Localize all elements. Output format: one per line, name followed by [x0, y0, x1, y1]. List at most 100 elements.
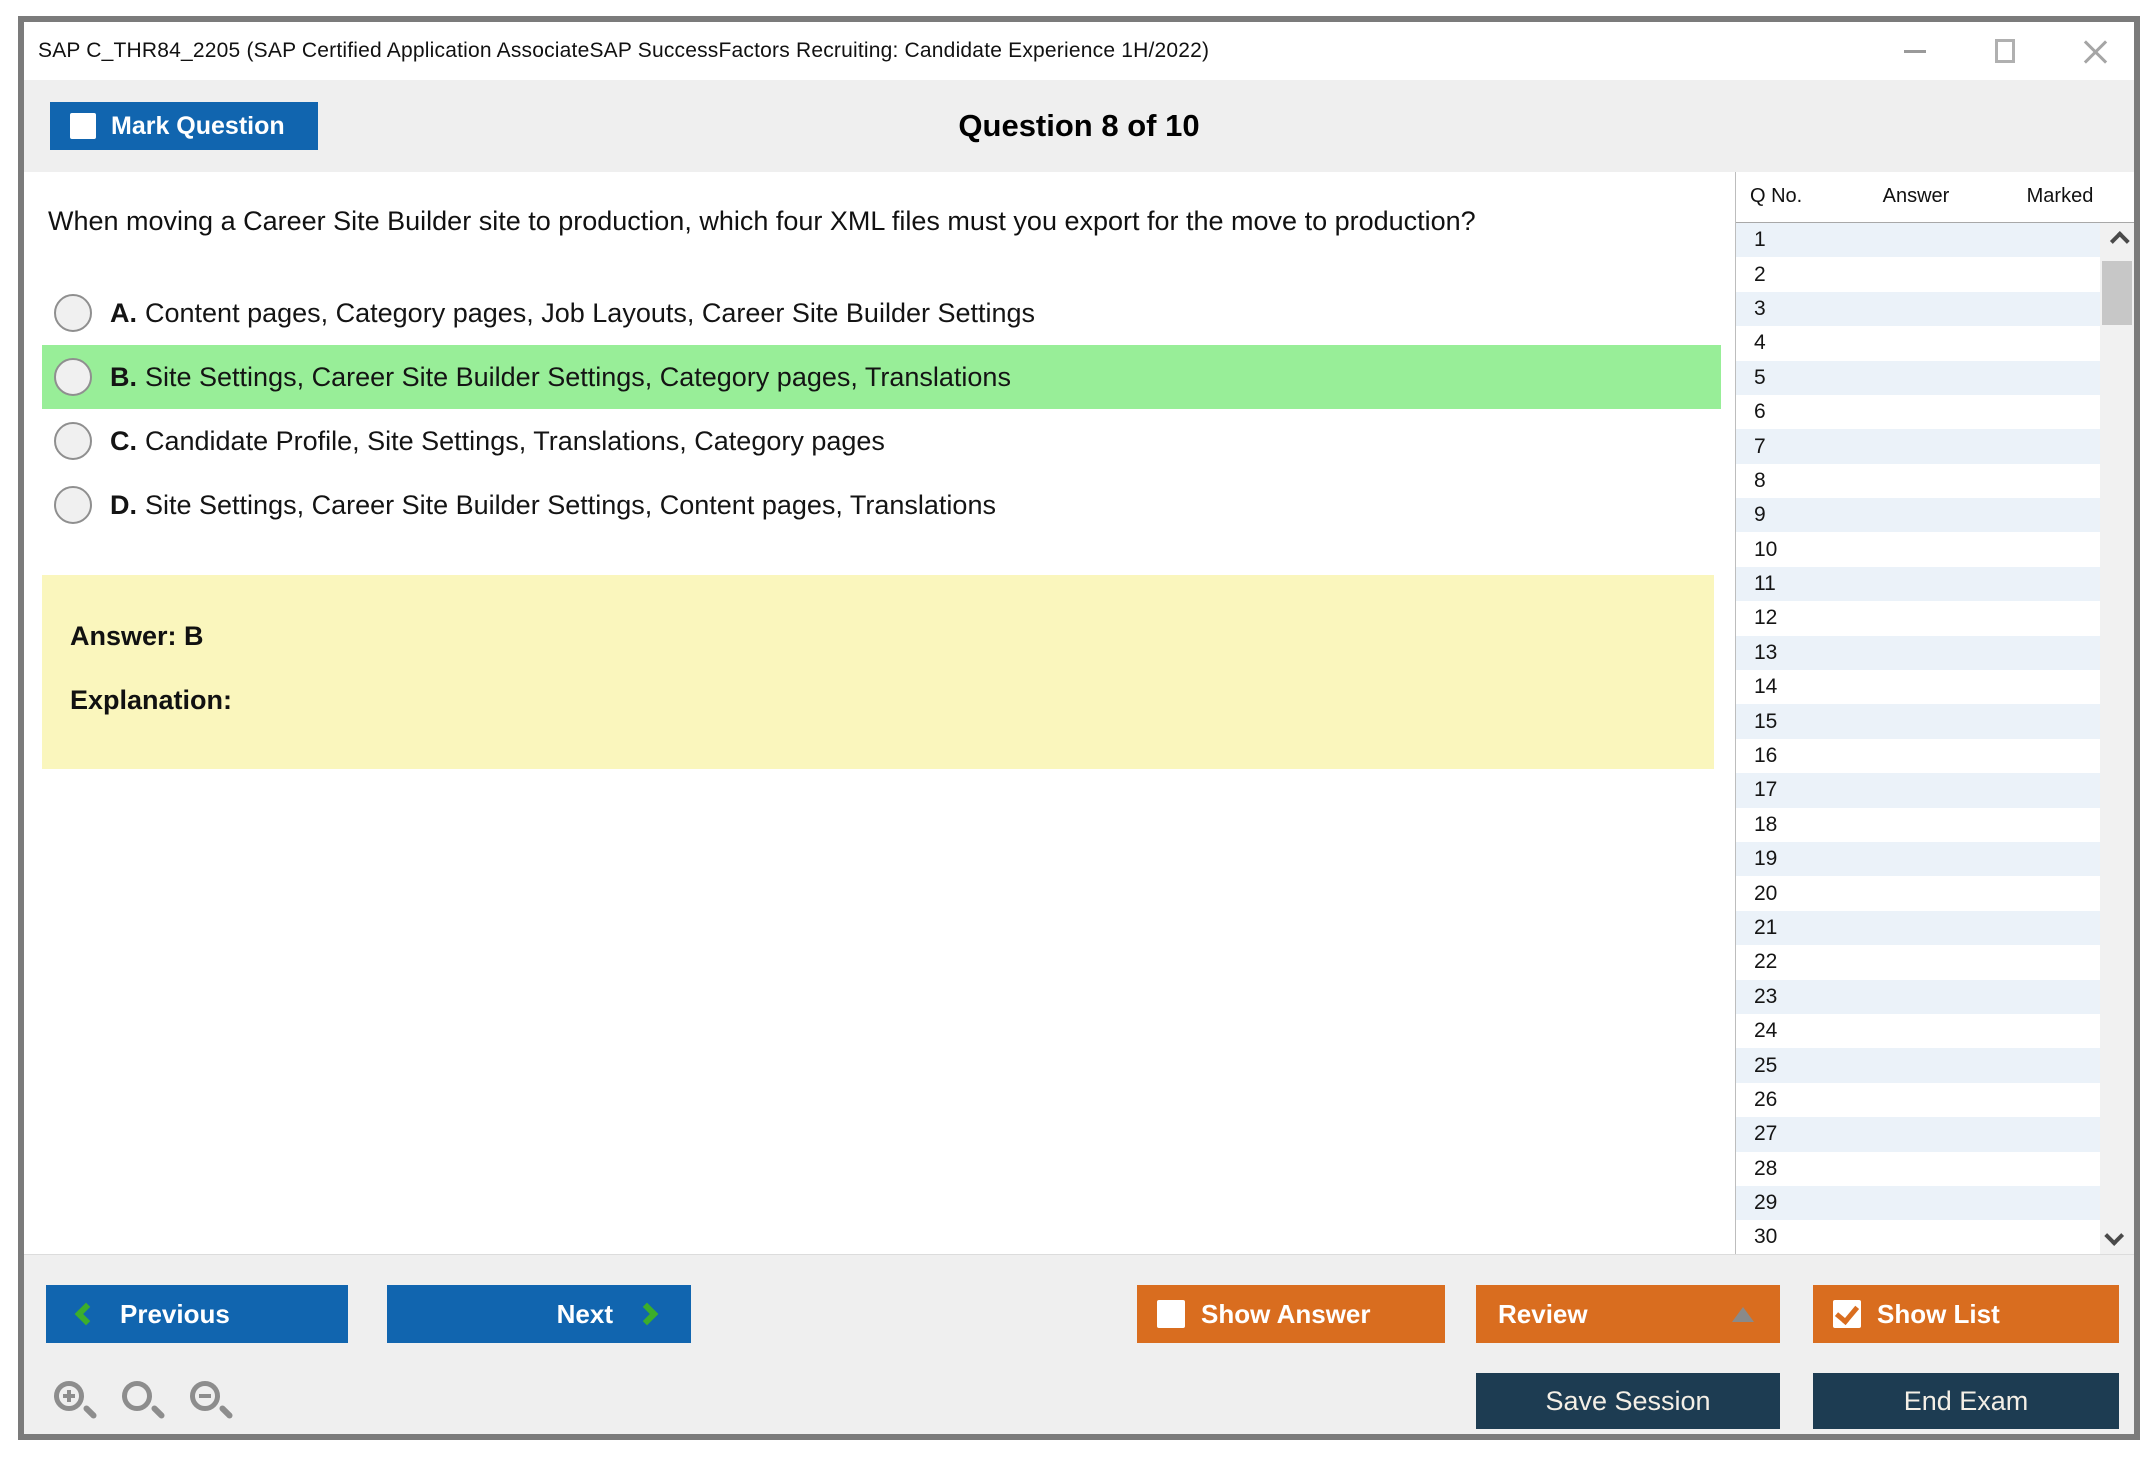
show-list-button[interactable]: Show List [1813, 1285, 2119, 1343]
question-list-row[interactable]: 6 [1736, 395, 2134, 429]
question-list-row[interactable]: 18 [1736, 808, 2134, 842]
window-title: SAP C_THR84_2205 (SAP Certified Applicat… [38, 39, 1210, 62]
question-number: 21 [1754, 915, 1778, 939]
question-number: 27 [1754, 1122, 1778, 1146]
option-radio[interactable] [54, 486, 92, 524]
chevron-right-icon [635, 1302, 659, 1326]
explanation-label: Explanation: [70, 685, 233, 715]
question-number: 22 [1754, 950, 1778, 974]
question-list-row[interactable]: 1 [1736, 222, 2134, 258]
question-number: 20 [1754, 881, 1778, 905]
question-list-row[interactable]: 17 [1736, 773, 2134, 808]
option-row[interactable]: C. Candidate Profile, Site Settings, Tran… [42, 409, 1721, 473]
end-exam-button[interactable]: End Exam [1813, 1373, 2119, 1429]
maximize-button[interactable] [1988, 34, 2022, 68]
option-row[interactable]: A. Content pages, Category pages, Job Lay… [42, 281, 1721, 345]
question-list-row[interactable]: 13 [1736, 635, 2134, 671]
question-number: 24 [1754, 1019, 1778, 1043]
question-number: 10 [1754, 537, 1778, 561]
question-list-row[interactable]: 14 [1736, 670, 2134, 704]
question-list-row[interactable]: 4 [1736, 326, 2134, 360]
question-rows: 1 2 3 4 5 6 7 8 9 10 11 12 13 14 15 16 1… [1736, 222, 2134, 1254]
content-area: When moving a Career Site Builder site t… [24, 172, 2134, 1254]
show-answer-checkbox[interactable] [1157, 1300, 1185, 1328]
close-icon [2082, 38, 2108, 64]
question-number: 15 [1754, 709, 1778, 733]
question-number: 14 [1754, 675, 1778, 699]
question-list-row[interactable]: 25 [1736, 1048, 2134, 1083]
question-list-sidebar: Q No. Answer Marked 1 2 3 4 5 6 7 8 9 10… [1735, 172, 2134, 1254]
question-number: 30 [1754, 1225, 1778, 1249]
question-list-row[interactable]: 12 [1736, 601, 2134, 635]
close-button[interactable] [2078, 34, 2112, 68]
zoom-out-icon[interactable] [190, 1381, 236, 1427]
zoom-in-icon[interactable] [54, 1381, 100, 1427]
question-list-row[interactable]: 8 [1736, 464, 2134, 498]
question-number: 19 [1754, 847, 1778, 871]
next-button[interactable]: Next [387, 1285, 691, 1343]
minimize-icon [1904, 49, 1926, 53]
review-label: Review [1498, 1298, 1588, 1329]
save-session-label: Save Session [1545, 1385, 1711, 1416]
question-list-row[interactable]: 7 [1736, 429, 2134, 464]
lens-shape [122, 1381, 152, 1411]
question-list-row[interactable]: 24 [1736, 1014, 2134, 1048]
question-list-row[interactable]: 2 [1736, 257, 2134, 291]
question-list-row[interactable]: 22 [1736, 945, 2134, 979]
show-list-checkbox[interactable] [1833, 1300, 1861, 1328]
question-list-row[interactable]: 27 [1736, 1117, 2134, 1152]
answer-label: Answer: B [70, 621, 204, 651]
plus-shape-v [67, 1390, 71, 1402]
question-number: 11 [1754, 572, 1776, 596]
question-list-row[interactable]: 29 [1736, 1185, 2134, 1221]
question-list-row[interactable]: 19 [1736, 842, 2134, 877]
question-list-row[interactable]: 9 [1736, 498, 2134, 533]
chevron-left-icon [74, 1302, 98, 1326]
option-row[interactable]: B. Site Settings, Career Site Builder Set… [42, 345, 1721, 409]
question-list-row[interactable]: 5 [1736, 360, 2134, 395]
option-radio[interactable] [54, 358, 92, 396]
question-list-row[interactable]: 28 [1736, 1152, 2134, 1186]
question-number: 26 [1754, 1087, 1778, 1111]
scrollbar-thumb[interactable] [2102, 260, 2132, 325]
question-area: When moving a Career Site Builder site t… [24, 172, 1735, 1254]
scroll-down-button[interactable] [2100, 1218, 2134, 1254]
minus-shape [199, 1394, 211, 1398]
window-controls [1898, 22, 2112, 80]
question-text: When moving a Career Site Builder site t… [48, 206, 1476, 236]
question-list-row[interactable]: 26 [1736, 1083, 2134, 1117]
question-list-row[interactable]: 30 [1736, 1220, 2134, 1254]
zoom-controls [54, 1381, 236, 1427]
mark-question-button[interactable]: Mark Question [50, 102, 318, 150]
show-answer-button[interactable]: Show Answer [1137, 1285, 1445, 1343]
question-list-row[interactable]: 16 [1736, 739, 2134, 773]
question-counter: Question 8 of 10 [958, 108, 1200, 143]
question-number: 4 [1754, 331, 1766, 355]
previous-button[interactable]: Previous [46, 1285, 348, 1343]
question-number: 3 [1754, 296, 1766, 320]
question-list-row[interactable]: 3 [1736, 291, 2134, 327]
option-text: C. Candidate Profile, Site Settings, Tran… [110, 425, 885, 456]
question-number: 12 [1754, 606, 1778, 630]
question-list-row[interactable]: 11 [1736, 566, 2134, 602]
question-list-row[interactable]: 23 [1736, 979, 2134, 1014]
option-row[interactable]: D. Site Settings, Career Site Builder Set… [42, 473, 1721, 537]
question-list-row[interactable]: 10 [1736, 532, 2134, 566]
question-number: 29 [1754, 1191, 1778, 1215]
next-label: Next [556, 1298, 613, 1329]
option-radio[interactable] [54, 422, 92, 460]
review-button[interactable]: Review [1476, 1285, 1780, 1343]
save-session-button[interactable]: Save Session [1476, 1373, 1780, 1429]
question-list-row[interactable]: 15 [1736, 704, 2134, 739]
option-text: A. Content pages, Category pages, Job Lay… [110, 297, 1036, 328]
mark-question-checkbox[interactable] [70, 113, 96, 139]
question-number: 1 [1754, 228, 1766, 252]
question-list-row[interactable]: 20 [1736, 876, 2134, 910]
sidebar-scrollbar[interactable] [2100, 222, 2134, 1254]
option-text: B. Site Settings, Career Site Builder Set… [110, 361, 1011, 392]
option-radio[interactable] [54, 294, 92, 332]
question-list-row[interactable]: 21 [1736, 910, 2134, 946]
zoom-reset-icon[interactable] [122, 1381, 168, 1427]
scroll-up-button[interactable] [2100, 223, 2134, 259]
minimize-button[interactable] [1898, 34, 1932, 68]
